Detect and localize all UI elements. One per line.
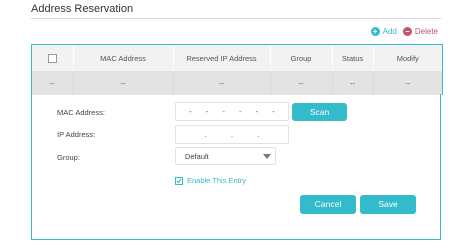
table-cell: --	[405, 78, 411, 88]
column-header-status: Status	[332, 45, 374, 71]
column-header-ip: Reserved IP Address	[173, 45, 271, 71]
title-divider	[31, 18, 441, 19]
table-actions: + Add − Delete	[370, 27, 438, 36]
table-cell: --	[270, 71, 333, 95]
scan-button[interactable]: Scan	[292, 103, 347, 121]
mac-address-label: MAC Address:	[57, 108, 105, 117]
add-label: Add	[382, 27, 397, 36]
table-header-row: MAC Address Reserved IP Address Group St…	[32, 45, 442, 71]
group-select-value: Default	[185, 152, 209, 161]
mac-address-placeholder: ------	[188, 107, 275, 116]
group-select[interactable]: Default	[175, 147, 276, 165]
column-header-group: Group	[270, 45, 333, 71]
table-cell: --	[32, 71, 74, 95]
ip-address-placeholder: ...	[204, 130, 260, 139]
cancel-button[interactable]: Cancel	[300, 195, 356, 214]
select-all-header[interactable]	[32, 45, 74, 71]
section-title: Address Reservation	[31, 3, 134, 15]
select-all-checkbox[interactable]	[47, 53, 57, 63]
ip-address-field[interactable]: ...	[175, 125, 289, 144]
column-header-mac: MAC Address	[73, 45, 174, 71]
reservation-table: MAC Address Reserved IP Address Group St…	[31, 44, 443, 95]
save-button[interactable]: Save	[360, 195, 416, 214]
table-row: -- -- -- -- -- --	[32, 71, 442, 95]
table-cell: --	[332, 71, 374, 95]
minus-circle-icon: −	[402, 27, 412, 36]
enable-entry-checkbox[interactable]: Enable This Entry	[175, 176, 246, 185]
plus-circle-icon: +	[370, 27, 380, 36]
chevron-down-icon	[263, 154, 271, 159]
group-label: Group:	[57, 153, 80, 162]
table-cell: --	[173, 71, 271, 95]
enable-entry-label: Enable This Entry	[187, 176, 247, 185]
table-cell: --	[73, 71, 174, 95]
delete-button[interactable]: − Delete	[402, 27, 438, 36]
ip-address-label: IP Address:	[57, 130, 96, 139]
add-button[interactable]: + Add	[370, 27, 397, 36]
delete-label: Delete	[414, 27, 438, 36]
mac-address-field[interactable]: ------	[175, 102, 289, 121]
checkbox-checked-icon	[175, 176, 183, 185]
column-header-modify: Modify	[396, 53, 419, 63]
